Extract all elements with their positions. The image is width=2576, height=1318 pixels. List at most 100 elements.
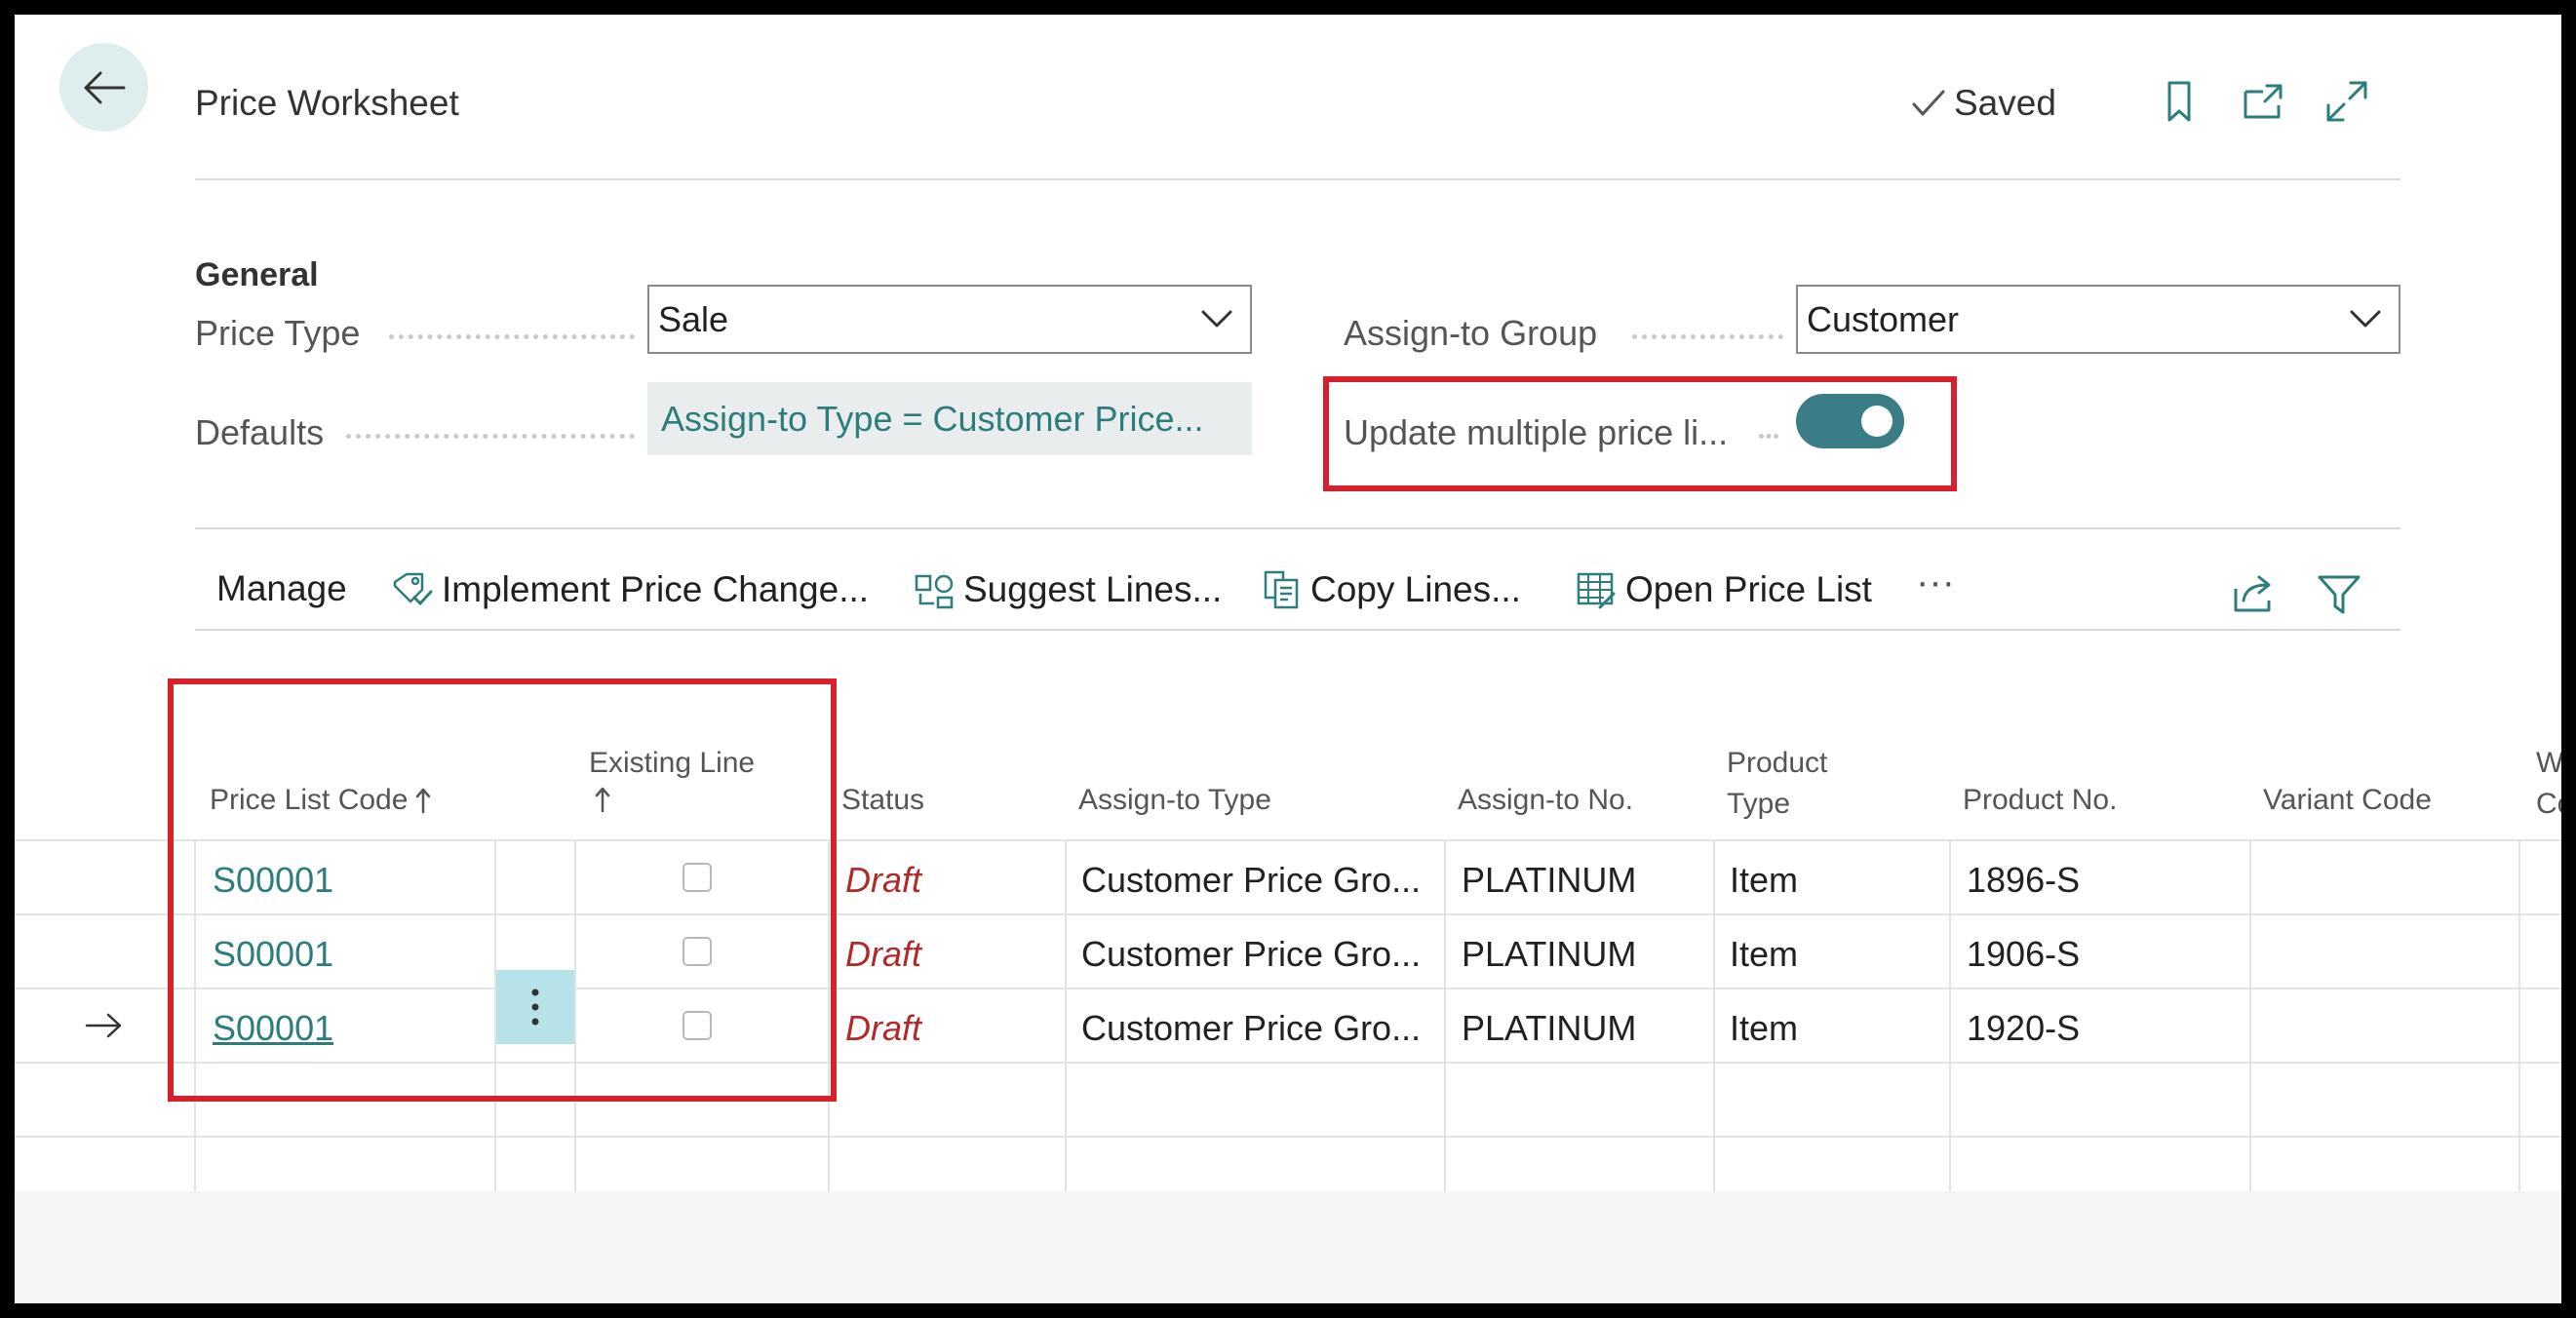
open-price-list-label: Open Price List: [1625, 569, 1872, 609]
suggest-lines-button[interactable]: Suggest Lines...: [913, 568, 1222, 611]
grid-col-line: [828, 839, 830, 1191]
filter-button[interactable]: [2316, 571, 2362, 618]
row-1-existing-line-checkbox[interactable]: [683, 863, 712, 892]
assign-to-group-dots: [1632, 334, 1783, 339]
row-2-assign-to-no[interactable]: PLATINUM: [1462, 934, 1636, 975]
chevron-down-icon: [1201, 310, 1232, 328]
sort-ascending-icon: [595, 787, 610, 813]
price-type-dots: [389, 334, 635, 339]
chevron-down-icon: [2350, 310, 2381, 328]
grid-header-line: [15, 839, 2561, 841]
arrow-left-icon: [84, 71, 125, 103]
header-divider: [195, 178, 2400, 180]
column-header-product-type[interactable]: Product Type: [1727, 743, 1827, 825]
grid-col-line: [1949, 839, 1951, 1191]
row-2-existing-line-checkbox[interactable]: [683, 937, 712, 966]
suggest-lines-icon: [915, 574, 954, 609]
grid-row-line: [15, 1136, 2561, 1138]
manage-label: Manage: [216, 568, 347, 608]
page-title: Price Worksheet: [195, 83, 459, 123]
row-1-product-type[interactable]: Item: [1730, 860, 1798, 901]
saved-label: Saved: [1954, 83, 2056, 123]
assign-to-group-select[interactable]: Customer: [1796, 285, 2400, 354]
column-header-assign-to-no[interactable]: Assign-to No.: [1458, 780, 1633, 821]
price-type-value: Sale: [658, 298, 729, 339]
row-3-assign-to-type[interactable]: Customer Price Gro...: [1081, 1008, 1421, 1049]
grid-row-line: [15, 988, 2561, 989]
row-2-price-list-code[interactable]: S00001: [213, 934, 333, 975]
implement-price-change-label: Implement Price Change...: [442, 569, 870, 609]
suggest-lines-label: Suggest Lines...: [963, 569, 1223, 609]
share-button[interactable]: [2230, 571, 2277, 618]
row-2-product-no[interactable]: 1906-S: [1967, 934, 2080, 975]
filter-icon: [2318, 575, 2361, 614]
grid-row-line: [15, 1062, 2561, 1064]
column-header-product-no[interactable]: Product No.: [1963, 780, 2117, 821]
price-type-label: Price Type: [195, 313, 361, 353]
grid-col-line: [194, 839, 196, 1191]
implement-price-change-icon: [393, 572, 433, 606]
row-3-assign-to-no[interactable]: PLATINUM: [1462, 1008, 1636, 1049]
more-vertical-icon: [531, 988, 539, 1026]
price-type-select[interactable]: Sale: [647, 285, 1252, 354]
row-2-product-type[interactable]: Item: [1730, 934, 1798, 975]
copy-lines-icon: [1264, 570, 1299, 609]
back-button[interactable]: [59, 43, 148, 132]
column-header-price-list-code[interactable]: Price List Code: [210, 780, 431, 821]
current-row-arrow-icon: [85, 1013, 122, 1038]
defaults-dots: [346, 434, 635, 439]
grid-row-line: [15, 913, 2561, 915]
row-3-price-list-code[interactable]: S00001: [213, 1008, 333, 1049]
row-actions-menu-button[interactable]: [496, 970, 574, 1044]
copy-lines-label: Copy Lines...: [1310, 569, 1521, 609]
more-actions-button[interactable]: ···: [1916, 561, 1955, 604]
column-header-status[interactable]: Status: [841, 780, 924, 821]
grid-col-line: [1065, 839, 1067, 1191]
manage-menu[interactable]: Manage: [216, 568, 347, 609]
action-bar-top-divider: [195, 527, 2400, 529]
more-actions-label: ···: [1916, 561, 1955, 603]
row-2-status: Draft: [845, 934, 922, 974]
row-1-status: Draft: [845, 860, 922, 900]
column-header-existing-line[interactable]: Existing Line: [589, 743, 755, 825]
page-frame: Price Worksheet Saved General Price Type…: [15, 15, 2561, 1303]
checkmark-icon: [1912, 90, 1945, 116]
grid-col-line: [2518, 839, 2520, 1191]
open-price-list-icon: [1577, 572, 1616, 609]
saved-status: Saved: [1911, 83, 2056, 124]
defaults-label: Defaults: [195, 412, 325, 452]
copy-lines-button[interactable]: Copy Lines...: [1260, 568, 1521, 611]
row-3-product-type[interactable]: Item: [1730, 1008, 1798, 1049]
update-multiple-label: Update multiple price li...: [1344, 412, 1729, 452]
expand-icon: [2326, 81, 2367, 122]
row-1-assign-to-type[interactable]: Customer Price Gro...: [1081, 860, 1421, 901]
row-2-assign-to-type[interactable]: Customer Price Gro...: [1081, 934, 1421, 975]
row-3-product-no[interactable]: 1920-S: [1967, 1008, 2080, 1049]
toggle-knob: [1861, 406, 1893, 437]
row-1-price-list-code[interactable]: S00001: [213, 860, 333, 901]
column-header-assign-to-type[interactable]: Assign-to Type: [1078, 780, 1271, 821]
general-section-title: General: [195, 256, 319, 293]
assign-to-group-value: Customer: [1807, 298, 1960, 339]
column-header-truncated[interactable]: W Co: [2536, 743, 2561, 825]
open-price-list-button[interactable]: Open Price List: [1575, 568, 1872, 611]
update-multiple-dots: [1759, 434, 1778, 439]
row-1-product-no[interactable]: 1896-S: [1967, 860, 2080, 901]
sort-ascending-icon: [416, 788, 431, 814]
action-bar-bottom-divider: [195, 629, 2400, 631]
assign-to-group-label: Assign-to Group: [1344, 313, 1598, 353]
open-in-new-window-icon: [2244, 84, 2283, 119]
share-icon: [2234, 575, 2271, 612]
column-header-variant-code[interactable]: Variant Code: [2263, 780, 2432, 821]
open-new-window-button[interactable]: [2240, 78, 2286, 125]
update-multiple-toggle[interactable]: [1796, 394, 1904, 448]
implement-price-change-button[interactable]: Implement Price Change...: [391, 568, 869, 611]
row-3-existing-line-checkbox[interactable]: [683, 1011, 712, 1040]
row-3-status: Draft: [845, 1008, 922, 1048]
expand-button[interactable]: [2323, 78, 2370, 125]
defaults-value-link[interactable]: Assign-to Type = Customer Price...: [647, 382, 1252, 455]
grid-col-line: [1444, 839, 1446, 1191]
grid-col-line: [2249, 839, 2251, 1191]
row-1-assign-to-no[interactable]: PLATINUM: [1462, 860, 1636, 901]
bookmark-button[interactable]: [2156, 78, 2203, 125]
